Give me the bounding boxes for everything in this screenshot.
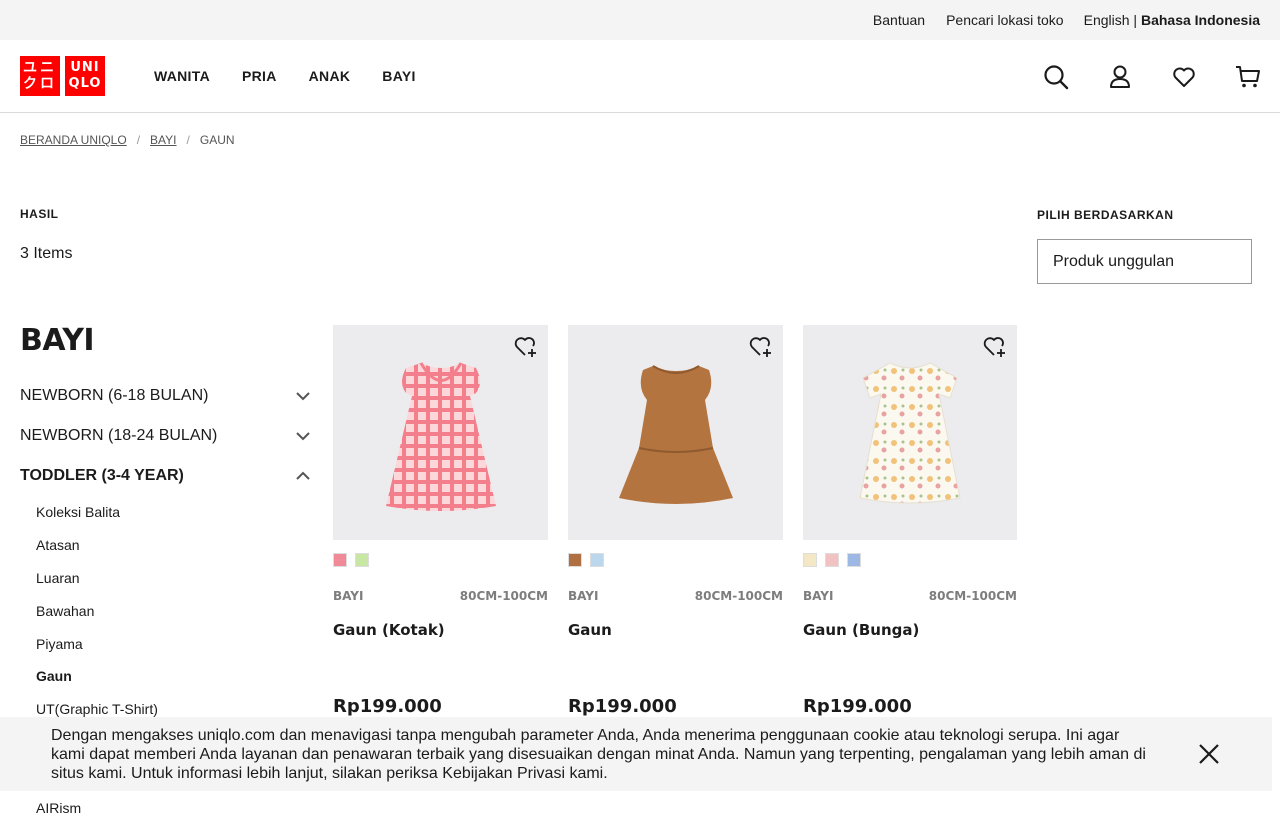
product-category: BAYI xyxy=(803,589,834,603)
product-category: BAYI xyxy=(568,589,599,603)
product-meta: BAYI 80CM-100CM xyxy=(568,589,783,603)
sidebar-item-airism[interactable]: AIRism xyxy=(36,800,81,816)
product-size: 80CM-100CM xyxy=(928,589,1017,603)
help-link[interactable]: Bantuan xyxy=(873,12,925,28)
results-count: 3 Items xyxy=(20,245,73,262)
heart-icon[interactable] xyxy=(1170,63,1198,91)
sidebar-category-newborn-18-24[interactable]: NEWBORN (18-24 BULAN) xyxy=(20,424,310,448)
breadcrumb-current: GAUN xyxy=(199,133,235,147)
product-name[interactable]: Gaun (Bunga) xyxy=(803,621,1017,639)
store-locator-link[interactable]: Pencari lokasi toko xyxy=(946,12,1064,28)
wishlist-add-icon[interactable] xyxy=(983,335,1007,359)
main-nav: WANITA PRIA ANAK BAYI xyxy=(154,68,448,84)
color-swatches xyxy=(333,553,548,567)
breadcrumb: BERANDA UNIQLO / BAYI / GAUN xyxy=(20,133,235,147)
sort-select[interactable]: Produk unggulan xyxy=(1037,239,1252,284)
sidebar-category-newborn-6-18[interactable]: NEWBORN (6-18 BULAN) xyxy=(20,384,310,408)
category-label: NEWBORN (6-18 BULAN) xyxy=(20,387,209,404)
wishlist-add-icon[interactable] xyxy=(514,335,538,359)
chevron-down-icon xyxy=(296,432,310,441)
lang-english-link[interactable]: English | xyxy=(1084,12,1137,28)
cart-icon[interactable] xyxy=(1234,63,1262,91)
color-swatch[interactable] xyxy=(590,553,604,567)
product-image[interactable] xyxy=(568,325,783,540)
color-swatch[interactable] xyxy=(333,553,347,567)
product-image[interactable] xyxy=(333,325,548,540)
product-image[interactable] xyxy=(803,325,1017,540)
product-card[interactable]: BAYI 80CM-100CM Gaun Rp199.000 xyxy=(568,325,783,717)
logo-en-top: UNI xyxy=(70,60,100,75)
color-swatches xyxy=(568,553,783,567)
product-size: 80CM-100CM xyxy=(459,589,548,603)
dress-checked-image xyxy=(385,361,496,511)
product-price: Rp199.000 xyxy=(803,696,912,717)
logo-kana-bottom: クロ xyxy=(23,76,57,92)
product-card[interactable]: BAYI 80CM-100CM Gaun (Bunga) Rp199.000 xyxy=(803,325,1017,717)
results-label: HASIL xyxy=(20,207,59,221)
cookie-banner: Dengan mengakses uniqlo.com dan menaviga… xyxy=(0,717,1272,791)
site-header: ユニ クロ UNI QLO WANITA PRIA ANAK BAYI xyxy=(0,40,1280,113)
utility-bar: Bantuan Pencari lokasi toko English | Ba… xyxy=(0,0,1280,40)
sidebar-item-ut[interactable]: UT(Graphic T-Shirt) xyxy=(36,701,158,717)
nav-pria[interactable]: PRIA xyxy=(242,68,277,84)
nav-bayi[interactable]: BAYI xyxy=(382,68,415,84)
sidebar-item-atasan[interactable]: Atasan xyxy=(36,537,80,553)
product-price: Rp199.000 xyxy=(568,696,677,717)
language-switcher: English | Bahasa Indonesia xyxy=(1084,12,1260,28)
breadcrumb-home[interactable]: BERANDA UNIQLO xyxy=(20,133,127,147)
sidebar-item-koleksi-balita[interactable]: Koleksi Balita xyxy=(36,504,120,520)
color-swatches xyxy=(803,553,1017,567)
color-swatch[interactable] xyxy=(568,553,582,567)
sidebar-item-bawahan[interactable]: Bawahan xyxy=(36,603,94,619)
sort-label: PILIH BERDASARKAN xyxy=(1037,208,1174,222)
lang-indonesian-link[interactable]: Bahasa Indonesia xyxy=(1141,12,1260,28)
logo-kana-top: ユニ xyxy=(23,60,57,76)
product-name[interactable]: Gaun xyxy=(568,621,783,639)
account-icon[interactable] xyxy=(1106,63,1134,91)
sidebar-item-luaran[interactable]: Luaran xyxy=(36,570,80,586)
color-swatch[interactable] xyxy=(803,553,817,567)
category-label: TODDLER (3-4 YEAR) xyxy=(20,467,184,484)
color-swatch[interactable] xyxy=(355,553,369,567)
product-name[interactable]: Gaun (Kotak) xyxy=(333,621,548,639)
color-swatch[interactable] xyxy=(847,553,861,567)
product-card[interactable]: BAYI 80CM-100CM Gaun (Kotak) Rp199.000 xyxy=(333,325,548,717)
logo-katakana-block: ユニ クロ xyxy=(20,56,60,96)
logo-en-bottom: QLO xyxy=(68,76,102,91)
dress-floral-image xyxy=(859,361,961,503)
category-label: NEWBORN (18-24 BULAN) xyxy=(20,427,218,444)
breadcrumb-separator: / xyxy=(186,133,190,147)
product-price: Rp199.000 xyxy=(333,696,442,717)
chevron-down-icon xyxy=(296,392,310,401)
product-meta: BAYI 80CM-100CM xyxy=(333,589,548,603)
color-swatch[interactable] xyxy=(825,553,839,567)
nav-wanita[interactable]: WANITA xyxy=(154,68,210,84)
cookie-text: Dengan mengakses uniqlo.com dan menaviga… xyxy=(51,726,1146,782)
logo-latin-block: UNI QLO xyxy=(65,56,105,96)
close-icon[interactable] xyxy=(1198,743,1220,765)
dress-brown-image xyxy=(618,364,733,504)
sidebar-category-toddler[interactable]: TODDLER (3-4 YEAR) xyxy=(20,464,310,488)
chevron-up-icon xyxy=(296,471,310,480)
product-category: BAYI xyxy=(333,589,364,603)
product-meta: BAYI 80CM-100CM xyxy=(803,589,1017,603)
search-icon[interactable] xyxy=(1042,63,1070,91)
product-size: 80CM-100CM xyxy=(694,589,783,603)
sidebar-title: BAYI xyxy=(20,323,95,358)
sidebar-item-piyama[interactable]: Piyama xyxy=(36,636,83,652)
breadcrumb-bayi[interactable]: BAYI xyxy=(150,133,176,147)
uniqlo-logo[interactable]: ユニ クロ UNI QLO xyxy=(20,56,110,96)
sidebar-item-gaun[interactable]: Gaun xyxy=(36,668,72,684)
wishlist-add-icon[interactable] xyxy=(749,335,773,359)
breadcrumb-separator: / xyxy=(136,133,141,147)
header-icons xyxy=(1006,40,1262,113)
nav-anak[interactable]: ANAK xyxy=(309,68,351,84)
